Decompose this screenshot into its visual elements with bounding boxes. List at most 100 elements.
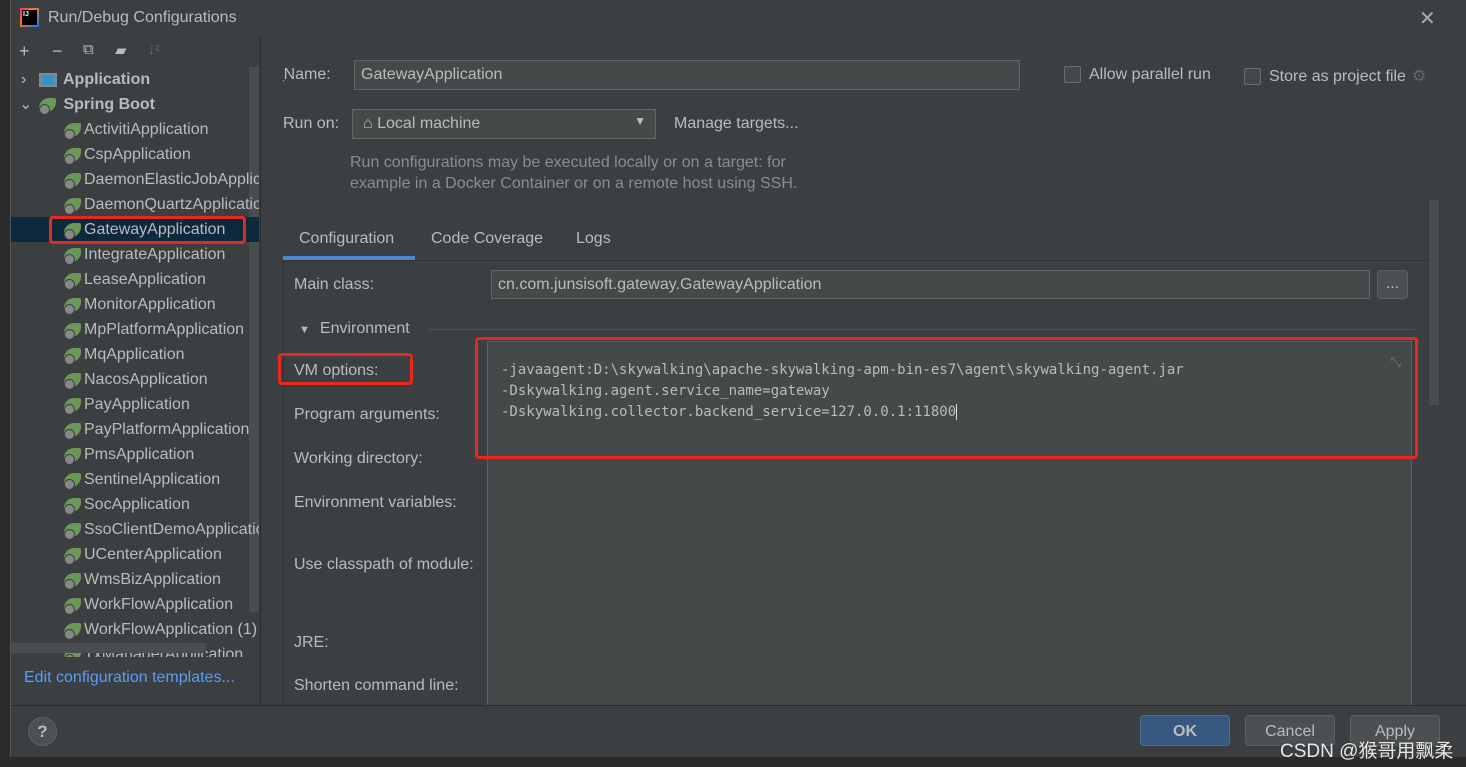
tab-code-coverage[interactable]: Code Coverage (431, 230, 543, 248)
tree-item[interactable]: WmsBizApplication (11, 567, 259, 592)
spring-boot-icon (64, 597, 81, 615)
tree-item-label: LeaseApplication (84, 271, 206, 288)
main-class-input[interactable]: cn.com.junsisoft.gateway.GatewayApplicat… (491, 270, 1370, 299)
tree-item-label: WmsBizApplication (84, 571, 221, 588)
tree-item-label: CspApplication (84, 146, 191, 163)
shorten-command-line-label: Shorten command line: (294, 677, 459, 694)
store-project-label: Store as project file (1269, 68, 1406, 85)
tab-logs[interactable]: Logs (576, 230, 611, 248)
spring-boot-icon (64, 572, 81, 590)
spring-boot-icon (64, 447, 81, 465)
tree-item[interactable]: LeaseApplication (11, 267, 259, 292)
copy-icon[interactable]: ⧉ (83, 41, 94, 58)
tree-item[interactable]: SocApplication (11, 492, 259, 517)
tree-item[interactable]: WorkFlowApplication (11, 592, 259, 617)
tree-item[interactable]: IntegrateApplication (11, 242, 259, 267)
dialog-title: Run/Debug Configurations (48, 9, 237, 26)
ok-button[interactable]: OK (1140, 715, 1230, 746)
environment-label: Environment (319, 320, 410, 337)
name-input[interactable]: GatewayApplication (354, 60, 1020, 90)
tree-item-label: DaemonElasticJobApplication (84, 171, 259, 188)
spring-boot-icon (64, 147, 81, 165)
tree-item-label: SentinelApplication (84, 471, 221, 488)
edit-templates-link[interactable]: Edit configuration templates... (24, 669, 235, 687)
chevron-down-icon: ▼ (634, 114, 646, 128)
tree-item[interactable]: PayPlatformApplication (11, 417, 259, 442)
tree-item[interactable]: PayApplication (11, 392, 259, 417)
working-directory-label: Working directory: (294, 450, 423, 467)
tree-item[interactable]: SentinelApplication (11, 467, 259, 492)
tree-item[interactable]: MpPlatformApplication (11, 317, 259, 342)
tree-item[interactable]: DaemonElasticJobApplication (11, 167, 259, 192)
tree-hscrollbar[interactable] (11, 643, 206, 653)
remove-icon[interactable]: − (52, 41, 63, 62)
spring-boot-icon (64, 322, 81, 340)
main-class-label: Main class: (294, 276, 375, 293)
spring-boot-icon (64, 372, 81, 390)
group-label: Application (63, 71, 151, 88)
tree-item[interactable]: PmsApplication (11, 442, 259, 467)
group-label: Spring Boot (63, 96, 155, 113)
tree-item[interactable]: UCenterApplication (11, 542, 259, 567)
hint-line-1: Run configurations may be executed local… (350, 154, 786, 171)
spring-boot-icon (64, 197, 81, 215)
tree-item[interactable]: WorkFlowApplication (1) (11, 617, 259, 642)
tree-item-label: ActivitiApplication (84, 121, 209, 138)
intellij-logo-icon: IJ (20, 8, 39, 27)
triangle-down-icon: ▼ (299, 324, 310, 336)
tree-group-spring-boot[interactable]: ⌄ Spring Boot (11, 92, 259, 117)
spring-boot-icon (64, 547, 81, 565)
tree-item-label: MqApplication (84, 346, 185, 363)
jre-label: JRE: (294, 634, 329, 651)
tree-item-label: MonitorApplication (84, 296, 216, 313)
run-on-value: Local machine (377, 115, 481, 132)
highlight-box-vm-options (475, 337, 1418, 459)
spring-boot-icon (64, 122, 81, 140)
store-project-checkbox[interactable]: Store as project file ⚙ (1244, 66, 1426, 86)
tree-item[interactable]: SsoClientDemoApplication (11, 517, 259, 542)
home-icon: ⌂ (363, 115, 373, 132)
tree-item-label: PmsApplication (84, 446, 195, 463)
gear-icon[interactable]: ⚙ (1412, 68, 1426, 85)
name-label: NName: (283, 66, 331, 84)
environment-section[interactable]: ▼ Environment (299, 320, 410, 338)
title-bar: IJ Run/Debug Configurations ✕ (11, 0, 1466, 37)
tree-item[interactable]: CspApplication (11, 142, 259, 167)
sort-icon[interactable]: ↓ᶻ (148, 41, 160, 57)
form-scrollbar[interactable] (1429, 200, 1439, 405)
highlight-box-gateway (49, 216, 246, 244)
checkbox-icon (1244, 68, 1261, 86)
spring-boot-icon (64, 297, 81, 315)
tree-item-label: WorkFlowApplication (84, 596, 234, 613)
tree-item[interactable]: DaemonQuartzApplication (11, 192, 259, 217)
config-tree: › Application ⌄ Spring Boot ActivitiApplica… (11, 67, 259, 657)
tree-item-label: MpPlatformApplication (84, 321, 245, 338)
hint-line-2: example in a Docker Container or on a re… (350, 175, 798, 192)
tree-item[interactable]: NacosApplication (11, 367, 259, 392)
tree-item[interactable]: ActivitiApplication (11, 117, 259, 142)
spring-boot-icon (64, 272, 81, 290)
tree-item[interactable]: MqApplication (11, 342, 259, 367)
tab-configuration[interactable]: Configuration (299, 230, 394, 248)
environment-variables-label: Environment variables: (294, 494, 457, 511)
tree-item-label: SsoClientDemoApplication (84, 521, 259, 538)
allow-parallel-checkbox[interactable]: Allow parallel run (1064, 66, 1211, 84)
tree-group-application[interactable]: › Application (11, 67, 259, 92)
classpath-module-label: Use classpath of module: (294, 556, 474, 573)
add-icon[interactable]: + (19, 41, 30, 62)
chevron-right-icon: › (21, 71, 27, 88)
highlight-box-vm-label (278, 353, 413, 385)
tree-item[interactable]: MonitorApplication (11, 292, 259, 317)
close-icon[interactable]: ✕ (1419, 6, 1436, 31)
name-label-text: Name: (283, 66, 331, 83)
spring-boot-icon (64, 622, 81, 640)
manage-targets-link[interactable]: Manage targets... (674, 115, 799, 133)
browse-button[interactable]: ... (1377, 270, 1408, 299)
spring-boot-icon (64, 422, 81, 440)
help-button[interactable]: ? (28, 717, 57, 746)
run-on-label: Run on: (283, 115, 340, 132)
run-on-select[interactable]: ⌂ Local machine ▼ (352, 109, 656, 139)
application-icon (39, 72, 57, 87)
spring-boot-icon (64, 247, 81, 265)
new-folder-icon[interactable]: ▰ (115, 41, 127, 59)
